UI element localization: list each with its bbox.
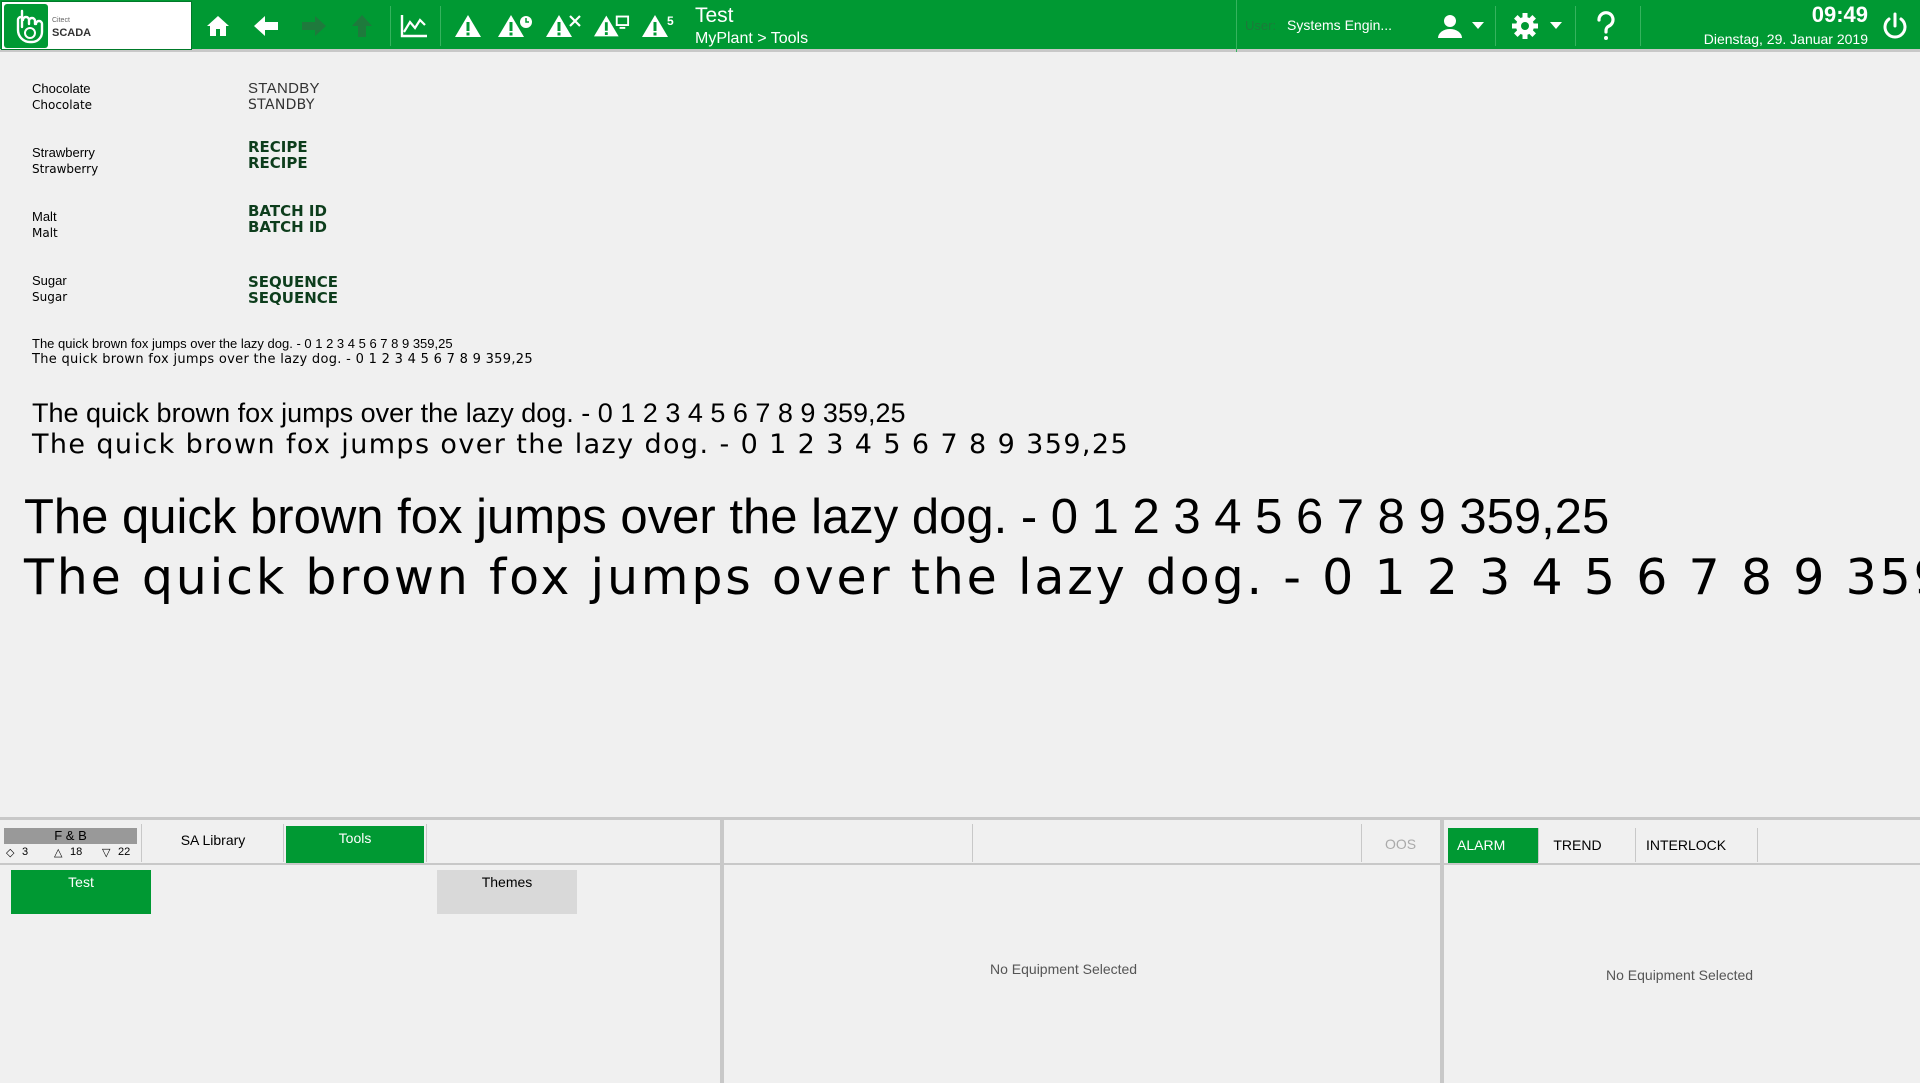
sample-text-small: The quick brown fox jumps over the lazy … xyxy=(32,336,453,351)
alarm-disabled-icon[interactable] xyxy=(546,8,582,44)
alarm-icon[interactable] xyxy=(450,8,486,44)
tab-divider xyxy=(426,824,427,862)
toolbar-separator xyxy=(440,6,441,46)
user-name: Systems Engin... xyxy=(1287,17,1393,33)
sample-text-large-alt: The quick brown fox jumps over the lazy … xyxy=(24,549,1920,606)
toolbar-separator xyxy=(1495,6,1496,46)
logo-vendor: Citect xyxy=(52,17,70,24)
diamond-icon: ◇ xyxy=(6,847,15,859)
toolbar-separator xyxy=(1575,6,1576,46)
tab-divider xyxy=(283,824,284,862)
tab-divider xyxy=(972,824,973,862)
power-icon[interactable] xyxy=(1878,9,1912,45)
user-menu[interactable] xyxy=(1432,8,1488,44)
tab-divider xyxy=(141,824,142,862)
row-value-recipe-alt: RECIPE xyxy=(248,154,308,172)
oos-label[interactable]: OOS xyxy=(1385,836,1416,852)
user-icon xyxy=(1438,15,1484,38)
count-triangle-up: 18 xyxy=(70,846,83,858)
sample-text-medium: The quick brown fox jumps over the lazy … xyxy=(32,398,906,428)
row-label-strawberry: Strawberry xyxy=(32,145,95,160)
clock-date: Dienstag, 29. Januar 2019 xyxy=(1703,31,1868,47)
main-content: Chocolate Chocolate STANDBY STANDBY Stra… xyxy=(0,55,1920,817)
triangle-down-icon: ▽ xyxy=(102,847,111,859)
toolbar-separator xyxy=(1640,6,1641,46)
pane-separator xyxy=(720,820,724,1083)
user-label: User: xyxy=(1245,18,1277,33)
row-label-chocolate: Chocolate xyxy=(32,81,91,96)
tab-sa-library[interactable]: SA Library xyxy=(143,832,283,848)
count-diamond: 3 xyxy=(22,846,29,858)
settings-icon xyxy=(1512,13,1562,39)
row-label-malt: Malt xyxy=(32,209,57,224)
pane-separator xyxy=(1440,820,1444,1083)
logo-product: SCADA xyxy=(52,27,92,39)
tab-tools[interactable]: Tools xyxy=(286,826,424,863)
tab-trend[interactable]: TREND xyxy=(1540,837,1615,853)
trend-icon[interactable] xyxy=(396,8,432,44)
row-label-malt-alt: Malt xyxy=(32,226,58,240)
area-tab-fb[interactable]: F & B xyxy=(4,828,137,844)
top-bar: Citect SCADA 5 Test MyPlant > Tools User… xyxy=(0,0,1920,52)
test-button[interactable]: Test xyxy=(11,870,151,914)
sample-text-large: The quick brown fox jumps over the lazy … xyxy=(24,490,1610,544)
tab-divider xyxy=(1757,828,1758,862)
row-label-sugar: Sugar xyxy=(32,273,67,288)
bottom-panel: F & B ◇ 3 △ 18 ▽ 22 SA Library Tools Tes… xyxy=(0,817,1920,1083)
triangle-up-icon: △ xyxy=(54,847,63,859)
tab-underline xyxy=(1444,863,1920,865)
row-label-sugar-alt: Sugar xyxy=(32,290,68,304)
page-title: Test xyxy=(695,4,734,27)
toolbar-separator xyxy=(390,6,391,46)
back-arrow-icon[interactable] xyxy=(248,8,284,44)
forward-arrow-icon[interactable] xyxy=(296,8,332,44)
tab-underline xyxy=(0,863,720,865)
themes-button[interactable]: Themes xyxy=(437,870,577,914)
alarm-clock-icon[interactable] xyxy=(498,8,534,44)
app-logo: Citect SCADA xyxy=(1,1,192,50)
up-arrow-icon[interactable] xyxy=(344,8,380,44)
alarm-hardware-icon[interactable] xyxy=(594,8,630,44)
user-box[interactable]: User: Systems Engin... xyxy=(1236,0,1416,52)
logo-hand-icon xyxy=(4,4,48,48)
tab-interlock[interactable]: INTERLOCK xyxy=(1636,837,1736,853)
tab-alarm[interactable]: ALARM xyxy=(1448,828,1538,863)
row-value-batch-id-alt: BATCH ID xyxy=(248,218,327,236)
row-value-standby: STANDBY xyxy=(248,80,320,97)
sample-text-medium-alt: The quick brown fox jumps over the lazy … xyxy=(32,429,1130,460)
row-value-standby-alt: STANDBY xyxy=(248,97,315,113)
row-label-strawberry-alt: Strawberry xyxy=(32,162,99,176)
tab-divider xyxy=(1538,828,1539,862)
tab-underline xyxy=(724,863,1440,865)
clock-time: 09:49 xyxy=(1811,2,1868,27)
alarm-count-badge: 5 xyxy=(667,14,674,28)
tab-divider xyxy=(1361,824,1362,862)
help-icon[interactable] xyxy=(1588,8,1624,44)
alarm-count-icon[interactable]: 5 xyxy=(642,8,678,44)
home-icon[interactable] xyxy=(200,8,236,44)
count-triangle-down: 22 xyxy=(118,846,131,858)
no-equipment-message-right: No Equipment Selected xyxy=(1606,967,1754,983)
row-value-sequence-alt: SEQUENCE xyxy=(248,289,339,307)
no-equipment-message: No Equipment Selected xyxy=(990,961,1138,977)
settings-menu[interactable] xyxy=(1510,8,1566,44)
row-label-chocolate-alt: Chocolate xyxy=(32,98,93,112)
sample-text-small-alt: The quick brown fox jumps over the lazy … xyxy=(32,352,533,367)
breadcrumb[interactable]: MyPlant > Tools xyxy=(695,30,808,48)
